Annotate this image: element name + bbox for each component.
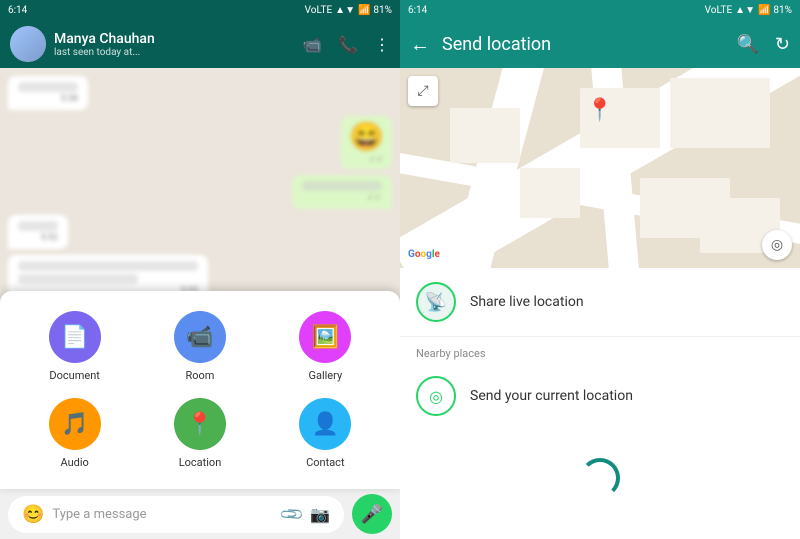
current-location-icon: ◎ [416, 376, 456, 416]
google-logo: Google [408, 249, 440, 260]
left-panel: 6:14 VoLTE ▲▼ 📶 81% Manya Chauhan last s… [0, 0, 400, 539]
contact-icon: 👤 [299, 398, 351, 450]
message-bubble: ✓✓ [292, 175, 392, 209]
attach-audio[interactable]: 🎵 Audio [49, 398, 101, 469]
map-area: ⤢ ◎ 📍 Google [400, 68, 800, 268]
live-location-icon: 📡 [416, 282, 456, 322]
left-status-bar: 6:14 VoLTE ▲▼ 📶 81% [0, 0, 400, 20]
attach-gallery[interactable]: 🖼️ Gallery [299, 311, 351, 382]
mic-button[interactable]: 🎤 [352, 494, 392, 534]
right-header-icons: 🔍 ↻ [736, 34, 790, 55]
attach-location[interactable]: 📍 Location [174, 398, 226, 469]
emoji-icon[interactable]: 😊 [22, 504, 44, 525]
right-status-bar: 6:14 VoLTE ▲▼ 📶 81% [400, 0, 800, 20]
contact-avatar [10, 26, 46, 62]
phone-icon[interactable]: 📞 [338, 35, 358, 54]
search-icon[interactable]: 🔍 [736, 34, 758, 55]
attachment-grid: 📄 Document 📹 Room 🖼️ Gallery 🎵 Audio 📍 L… [20, 311, 380, 469]
chat-header-info: Manya Chauhan last seen today at... [54, 31, 294, 58]
loading-spinner [580, 458, 620, 498]
attach-contact[interactable]: 👤 Contact [299, 398, 351, 469]
location-options: 📡 Share live location Nearby places ◎ Se… [400, 268, 800, 539]
contact-status: last seen today at... [54, 47, 294, 58]
map-my-location-button[interactable]: ◎ [762, 230, 792, 260]
refresh-icon[interactable]: ↻ [775, 34, 790, 55]
right-header: ← Send location 🔍 ↻ [400, 20, 800, 68]
map-pin: 📍 [586, 98, 613, 123]
contact-name: Manya Chauhan [54, 31, 294, 47]
chat-header: Manya Chauhan last seen today at... 📹 📞 … [0, 20, 400, 68]
right-status-icons: VoLTE ▲▼ 📶 81% [705, 5, 792, 16]
attach-room[interactable]: 📹 Room [174, 311, 226, 382]
loading-area [400, 428, 800, 528]
page-title: Send location [442, 34, 724, 55]
location-icon: 📍 [174, 398, 226, 450]
room-label: Room [185, 369, 214, 382]
header-icons: 📹 📞 ⋮ [302, 35, 390, 54]
live-location-label: Share live location [470, 294, 584, 310]
right-status-time: 6:14 [408, 5, 427, 16]
gallery-label: Gallery [308, 369, 342, 382]
document-icon: 📄 [49, 311, 101, 363]
attachment-menu: 📄 Document 📹 Room 🖼️ Gallery 🎵 Audio 📍 L… [0, 291, 400, 489]
audio-label: Audio [60, 456, 88, 469]
contact-label: Contact [306, 456, 344, 469]
audio-icon: 🎵 [49, 398, 101, 450]
camera-icon[interactable]: 📷 [310, 505, 330, 524]
message-input-wrap[interactable]: 😊 Type a message 📎 📷 [8, 496, 344, 533]
message-input-placeholder[interactable]: Type a message [52, 507, 274, 522]
video-call-icon[interactable]: 📹 [302, 35, 322, 54]
attach-icon[interactable]: 📎 [278, 500, 306, 528]
input-bar: 😊 Type a message 📎 📷 🎤 [0, 489, 400, 539]
message-bubble: 5:38 [8, 76, 88, 110]
share-live-location-item[interactable]: 📡 Share live location [400, 268, 800, 337]
location-label: Location [179, 456, 222, 469]
message-bubble: 5:52 [8, 215, 68, 249]
status-icons: VoLTE ▲▼ 📶 81% [305, 5, 392, 16]
send-current-location-item[interactable]: ◎ Send your current location [400, 364, 800, 428]
document-label: Document [49, 369, 99, 382]
message-bubble: 😄 ✓✓ [341, 116, 392, 169]
current-location-label: Send your current location [470, 388, 633, 404]
status-time: 6:14 [8, 5, 27, 16]
attach-document[interactable]: 📄 Document [49, 311, 101, 382]
room-icon: 📹 [174, 311, 226, 363]
more-options-icon[interactable]: ⋮ [374, 35, 390, 54]
back-button[interactable]: ← [410, 32, 430, 57]
nearby-section-label: Nearby places [400, 337, 800, 364]
map-expand-button[interactable]: ⤢ [408, 76, 438, 106]
right-panel: 6:14 VoLTE ▲▼ 📶 81% ← Send location 🔍 ↻ [400, 0, 800, 539]
gallery-icon: 🖼️ [299, 311, 351, 363]
